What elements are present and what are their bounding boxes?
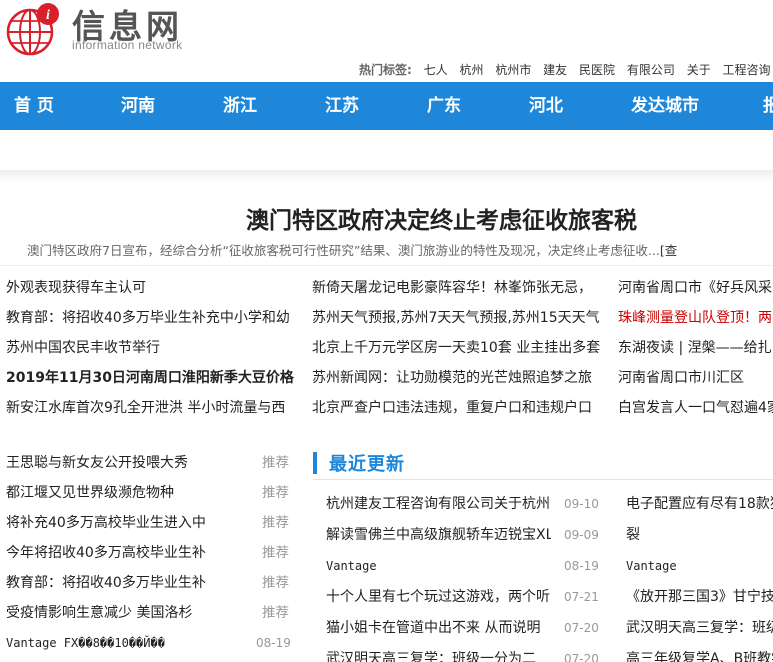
recommended-list: 王思聪与新女友公开投喂大秀 推荐 都江堰又见世界级濒危物种 推荐 将补充40多万… [0,449,298,659]
news-link[interactable]: 河南省周口市川汇区 [618,366,773,396]
news-link[interactable]: 苏州新闻网：让功勋模范的光芒烛照追梦之旅 [312,366,602,396]
list-item[interactable]: 杭州建友工程咨询有限公司关于杭州 09-10 [326,489,606,520]
list-item-title[interactable]: 猫小姐卡在管道中出不来 从而说明 [326,613,551,643]
news-link[interactable]: 北京严查户口违法违规，重复户口和违规户口 [312,396,602,426]
list-item-title[interactable]: 受疫情影响生意减少 美国洛杉 [6,599,231,627]
hot-tag-link[interactable]: 民医院 [579,63,615,77]
news-link[interactable]: 外观表现获得车主认可 [6,276,298,306]
list-item-title[interactable]: Vantage FX��8��10��Й�� [6,629,231,657]
nav-item-jiangsu[interactable]: 江苏 [325,82,359,130]
list-item[interactable]: 解读雪佛兰中高级旗舰轿车迈锐宝XL 09-09 [326,520,606,551]
news-link[interactable]: 东湖夜读 | 涅槃——给扎 [618,336,773,366]
recommend-tag: 推荐 [262,575,289,591]
news-link[interactable]: 北京上千万元学区房一天卖10套 业主挂出多套 [312,336,602,366]
list-item[interactable]: 受疫情影响生意减少 美国洛杉 推荐 [0,599,298,629]
hot-tag-link[interactable]: 杭州市 [495,63,531,77]
recommend-tag: 推荐 [262,455,289,471]
hot-tag-link[interactable]: 杭州 [459,63,483,77]
nav-item-home[interactable]: 首 页 [14,82,54,130]
list-item[interactable]: 武汉明天高三复学：班级 [626,613,773,644]
list-item-title[interactable]: 武汉明天高三复学：班级一分为二 [326,644,551,662]
latest-updates-title: 最近更新 [329,454,405,475]
list-item[interactable]: 王思聪与新女友公开投喂大秀 推荐 [0,449,298,479]
list-item[interactable]: Vantage [626,551,773,582]
news-link[interactable]: 珠峰测量登山队登顶！两 [618,306,773,336]
list-item-title[interactable]: 教育部：将招收40多万毕业生补 [6,569,231,597]
nav-item-guangdong[interactable]: 广东 [427,82,461,130]
list-item[interactable]: 都江堰又见世界级濒危物种 推荐 [0,479,298,509]
list-item[interactable]: 今年将招收40多万高校毕业生补 推荐 [0,539,298,569]
list-item[interactable]: 十个人里有七个玩过这游戏，两个听 07-21 [326,582,606,613]
list-item-date: 07-20 [564,652,599,662]
list-item[interactable]: Vantage FX��8��10��Й�� 08-19 [0,629,298,659]
list-item[interactable]: 电子配置应有尽有18款独 [626,489,773,520]
read-more-link[interactable]: [查 [660,243,677,258]
list-item-title[interactable]: 今年将招收40多万高校毕业生补 [6,539,231,567]
headline-summary-text: 澳门特区政府7日宣布，经综合分析“征收旅客税可行性研究”结果、澳门旅游业的特性及… [27,243,660,258]
news-link[interactable]: 苏州天气预报,苏州7天天气预报,苏州15天天气 [312,306,602,336]
hot-tags-label: 热门标签: [359,63,412,77]
hot-tag-link[interactable]: 有限公司 [627,63,675,77]
news-column-3: 河南省周口市《好兵风采 珠峰测量登山队登顶！两 东湖夜读 | 涅槃——给扎 河南… [618,276,773,426]
news-link[interactable]: 2019年11月30日河南周口淮阳新季大豆价格 [6,366,298,396]
latest-updates-list: 杭州建友工程咨询有限公司关于杭州 09-10 解读雪佛兰中高级旗舰轿车迈锐宝XL… [326,489,606,662]
list-item-title[interactable]: 都江堰又见世界级濒危物种 [6,479,231,507]
list-item-date: 08-19 [256,636,291,650]
hot-tag-link[interactable]: 建友 [543,63,567,77]
hot-tag-link[interactable]: 七人 [424,63,448,77]
recommend-tag: 推荐 [262,515,289,531]
nav-item-more[interactable]: 报 [763,82,773,130]
nav-item-developed-cities[interactable]: 发达城市 [631,82,699,130]
svg-text:i: i [46,8,50,23]
list-item[interactable]: 猫小姐卡在管道中出不来 从而说明 07-20 [326,613,606,644]
list-item-date: 07-21 [564,590,599,604]
recommend-tag: 推荐 [262,485,289,501]
list-item-title[interactable]: 王思聪与新女友公开投喂大秀 [6,449,231,477]
recommend-tag: 推荐 [262,605,289,621]
list-item-date: 08-19 [564,559,599,573]
latest-updates-header: 最近更新 [313,450,773,480]
hot-tag-link[interactable]: 关于 [687,63,711,77]
list-item-title[interactable]: Vantage [326,551,551,581]
recommend-tag: 推荐 [262,545,289,561]
section-accent-bar [313,452,317,474]
list-item[interactable]: 教育部：将招收40多万毕业生补 推荐 [0,569,298,599]
hot-tags-bar: 热门标签: 七人 杭州 杭州市 建友 民医院 有限公司 关于 工程咨询 [359,61,773,78]
list-item[interactable]: 裂 [626,520,773,551]
list-item-title[interactable]: 解读雪佛兰中高级旗舰轿车迈锐宝XL [326,520,551,550]
news-column-1: 外观表现获得车主认可 教育部：将招收40多万毕业生补充中小学和幼 苏州中国农民丰… [6,276,298,426]
site-header: i 信息网 information network 热门标签: 七人 杭州 杭州… [0,0,773,82]
list-item[interactable]: 武汉明天高三复学：班级一分为二 07-20 [326,644,606,662]
list-item[interactable]: 《放开那三国3》甘宁技 [626,582,773,613]
list-item-title[interactable]: 十个人里有七个玩过这游戏，两个听 [326,582,551,612]
news-link[interactable]: 新安江水库首次9孔全开泄洪 半小时流量与西 [6,396,298,426]
section-separator [0,170,773,182]
list-item-date: 09-09 [564,528,599,542]
news-link[interactable]: 教育部：将招收40多万毕业生补充中小学和幼 [6,306,298,336]
divider [0,265,773,266]
news-link[interactable]: 苏州中国农民丰收节举行 [6,336,298,366]
list-item-date: 07-20 [564,621,599,635]
news-link[interactable]: 白宫发言人一口气怼遍4家 [618,396,773,426]
globe-logo-icon[interactable]: i [4,2,62,56]
nav-item-hebei[interactable]: 河北 [529,82,563,130]
news-link[interactable]: 河南省周口市《好兵风采 [618,276,773,306]
list-item[interactable]: Vantage 08-19 [326,551,606,582]
list-item[interactable]: 将补充40多万高校毕业生进入中 推荐 [0,509,298,539]
nav-item-zhejiang[interactable]: 浙江 [223,82,257,130]
nav-item-henan[interactable]: 河南 [121,82,155,130]
main-nav: 首 页 河南 浙江 江苏 广东 河北 发达城市 报 [0,82,773,130]
list-item-date: 09-10 [564,497,599,511]
list-item-title[interactable]: 杭州建友工程咨询有限公司关于杭州 [326,489,551,519]
latest-updates-list-right: 电子配置应有尽有18款独 裂 Vantage 《放开那三国3》甘宁技 武汉明天高… [626,489,773,662]
news-link[interactable]: 新倚天屠龙记电影豪阵容华！林峯饰张无忌， [312,276,602,306]
headline-title[interactable]: 澳门特区政府决定终止考虑征收旅客税 [246,201,637,235]
site-logo-subtitle: information network [72,38,183,52]
list-item-title[interactable]: 将补充40多万高校毕业生进入中 [6,509,231,537]
news-column-2: 新倚天屠龙记电影豪阵容华！林峯饰张无忌， 苏州天气预报,苏州7天天气预报,苏州1… [312,276,602,426]
list-item[interactable]: 高三年级复学A、B班教学 [626,644,773,662]
headline-summary: 澳门特区政府7日宣布，经综合分析“征收旅客税可行性研究”结果、澳门旅游业的特性及… [27,240,677,259]
hot-tag-link[interactable]: 工程咨询 [723,63,771,77]
